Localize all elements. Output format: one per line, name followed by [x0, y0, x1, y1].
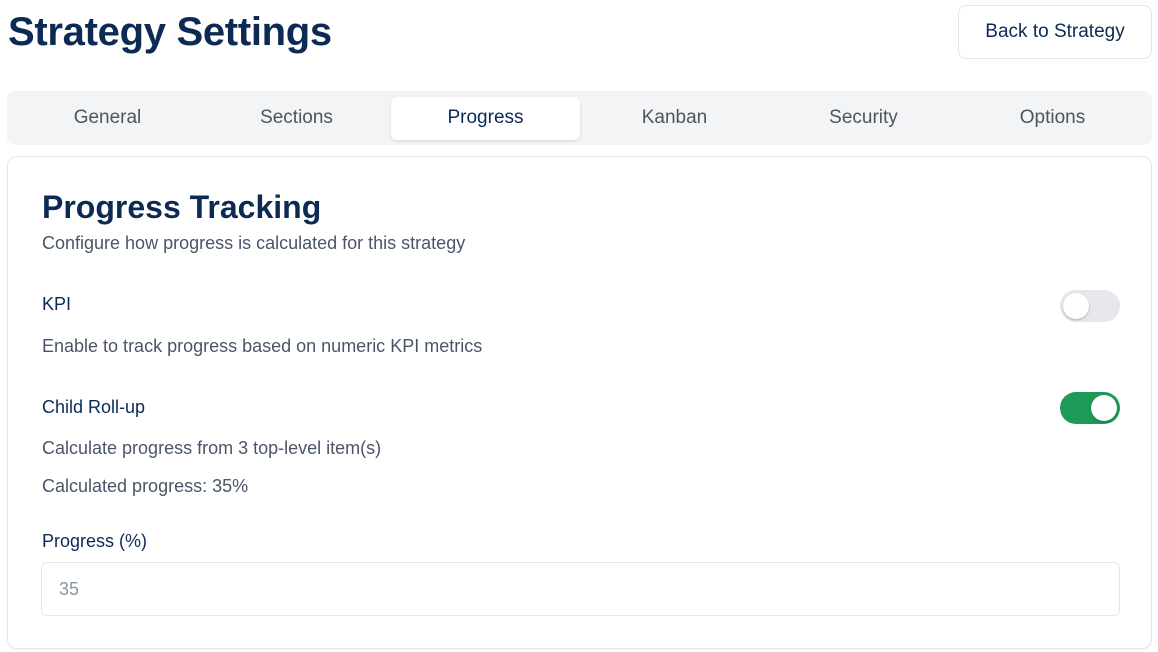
- kpi-toggle-knob: [1063, 293, 1089, 319]
- tab-kanban[interactable]: Kanban: [580, 97, 769, 140]
- back-to-strategy-button[interactable]: Back to Strategy: [958, 5, 1152, 59]
- child-rollup-description: Calculate progress from 3 top-level item…: [42, 438, 382, 458]
- tab-sections[interactable]: Sections: [202, 97, 391, 140]
- progress-input[interactable]: [41, 562, 1120, 616]
- child-rollup-label: Child Roll-up: [42, 397, 146, 417]
- card-subtitle: Configure how progress is calculated for…: [42, 233, 466, 253]
- child-rollup-toggle-knob: [1091, 395, 1117, 421]
- progress-field-label: Progress (%): [42, 531, 148, 551]
- settings-tabs: General Sections Progress Kanban Securit…: [7, 91, 1152, 145]
- kpi-description: Enable to track progress based on numeri…: [42, 336, 483, 356]
- tab-progress[interactable]: Progress: [391, 96, 580, 140]
- tab-options[interactable]: Options: [958, 97, 1147, 140]
- page-title: Strategy Settings: [8, 10, 332, 54]
- tab-security[interactable]: Security: [769, 97, 958, 140]
- settings-page: Strategy Settings Back to Strategy Gener…: [0, 0, 1158, 652]
- card-title: Progress Tracking: [42, 189, 322, 225]
- calculated-progress-text: Calculated progress: 35%: [42, 476, 249, 496]
- kpi-label: KPI: [42, 294, 72, 314]
- progress-tracking-card: Progress Tracking Configure how progress…: [7, 156, 1152, 649]
- kpi-toggle[interactable]: [1060, 290, 1120, 322]
- child-rollup-toggle[interactable]: [1060, 392, 1120, 424]
- tab-general[interactable]: General: [13, 97, 202, 140]
